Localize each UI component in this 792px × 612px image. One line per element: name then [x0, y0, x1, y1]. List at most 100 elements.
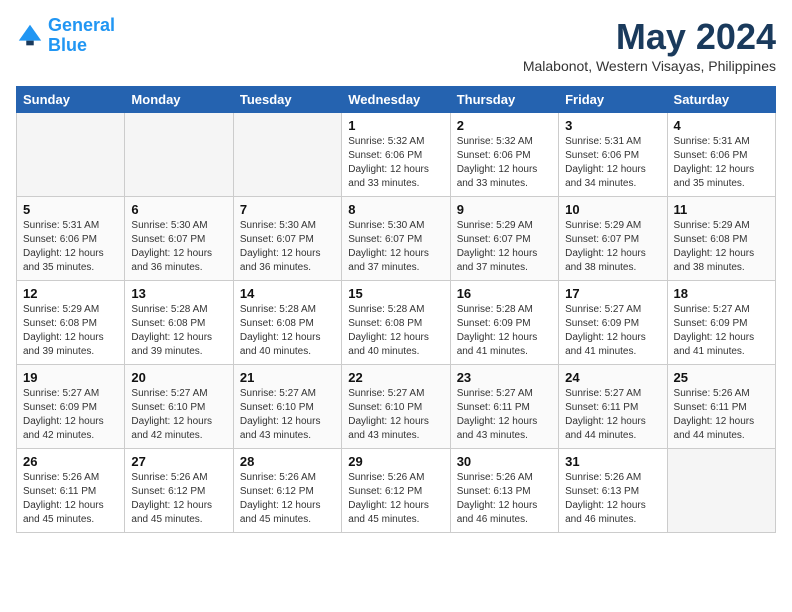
- weekday-header-monday: Monday: [125, 87, 233, 113]
- day-info: Sunrise: 5:29 AM Sunset: 6:08 PM Dayligh…: [23, 303, 118, 359]
- day-info: Sunrise: 5:26 AM Sunset: 6:12 PM Dayligh…: [348, 471, 443, 527]
- day-info: Sunrise: 5:27 AM Sunset: 6:10 PM Dayligh…: [240, 387, 335, 443]
- day-cell: 12 Sunrise: 5:29 AM Sunset: 6:08 PM Dayli…: [17, 281, 125, 365]
- week-row-4: 19Sunrise: 5:27 AM Sunset: 6:09 PM Dayli…: [17, 365, 776, 449]
- day-number: 6: [131, 202, 226, 217]
- logo: General Blue: [16, 16, 115, 56]
- location: Malabonot, Western Visayas, Philippines: [523, 58, 776, 74]
- day-info: Sunrise: 5:29 AM Sunset: 6:07 PM Dayligh…: [457, 219, 552, 275]
- day-info: Sunrise: 5:30 AM Sunset: 6:07 PM Dayligh…: [131, 219, 226, 275]
- day-cell: 19Sunrise: 5:27 AM Sunset: 6:09 PM Dayli…: [17, 365, 125, 449]
- day-number: 29: [348, 454, 443, 469]
- day-cell: 14 Sunrise: 5:28 AM Sunset: 6:08 PM Dayli…: [233, 281, 341, 365]
- day-number: 18: [674, 286, 769, 301]
- day-info: Sunrise: 5:26 AM Sunset: 6:12 PM Dayligh…: [240, 471, 335, 527]
- day-cell: [233, 113, 341, 197]
- day-number: 17: [565, 286, 660, 301]
- day-cell: 22 Sunrise: 5:27 AM Sunset: 6:10 PM Dayli…: [342, 365, 450, 449]
- day-cell: 16Sunrise: 5:28 AM Sunset: 6:09 PM Dayli…: [450, 281, 558, 365]
- day-number: 15: [348, 286, 443, 301]
- day-info: Sunrise: 5:28 AM Sunset: 6:08 PM Dayligh…: [348, 303, 443, 359]
- day-number: 23: [457, 370, 552, 385]
- day-number: 25: [674, 370, 769, 385]
- page-header: General Blue May 2024 Malabonot, Western…: [16, 16, 776, 74]
- day-info: Sunrise: 5:27 AM Sunset: 6:10 PM Dayligh…: [348, 387, 443, 443]
- day-cell: 25 Sunrise: 5:26 AM Sunset: 6:11 PM Dayli…: [667, 365, 775, 449]
- day-info: Sunrise: 5:27 AM Sunset: 6:09 PM Dayligh…: [674, 303, 769, 359]
- day-cell: 13 Sunrise: 5:28 AM Sunset: 6:08 PM Dayli…: [125, 281, 233, 365]
- week-row-1: 1 Sunrise: 5:32 AM Sunset: 6:06 PM Daylig…: [17, 113, 776, 197]
- day-info: Sunrise: 5:27 AM Sunset: 6:11 PM Dayligh…: [457, 387, 552, 443]
- day-cell: 31Sunrise: 5:26 AM Sunset: 6:13 PM Dayli…: [559, 449, 667, 533]
- title-block: May 2024 Malabonot, Western Visayas, Phi…: [523, 16, 776, 74]
- day-cell: 7 Sunrise: 5:30 AM Sunset: 6:07 PM Daylig…: [233, 197, 341, 281]
- day-cell: 10Sunrise: 5:29 AM Sunset: 6:07 PM Dayli…: [559, 197, 667, 281]
- day-number: 14: [240, 286, 335, 301]
- day-info: Sunrise: 5:26 AM Sunset: 6:12 PM Dayligh…: [131, 471, 226, 527]
- day-cell: 30Sunrise: 5:26 AM Sunset: 6:13 PM Dayli…: [450, 449, 558, 533]
- day-number: 22: [348, 370, 443, 385]
- day-cell: 1 Sunrise: 5:32 AM Sunset: 6:06 PM Daylig…: [342, 113, 450, 197]
- day-number: 31: [565, 454, 660, 469]
- day-number: 27: [131, 454, 226, 469]
- day-number: 1: [348, 118, 443, 133]
- day-cell: 3 Sunrise: 5:31 AM Sunset: 6:06 PM Daylig…: [559, 113, 667, 197]
- day-number: 10: [565, 202, 660, 217]
- day-cell: 18 Sunrise: 5:27 AM Sunset: 6:09 PM Dayli…: [667, 281, 775, 365]
- day-cell: [125, 113, 233, 197]
- day-info: Sunrise: 5:30 AM Sunset: 6:07 PM Dayligh…: [348, 219, 443, 275]
- day-number: 28: [240, 454, 335, 469]
- day-cell: 4 Sunrise: 5:31 AM Sunset: 6:06 PM Daylig…: [667, 113, 775, 197]
- day-info: Sunrise: 5:27 AM Sunset: 6:09 PM Dayligh…: [565, 303, 660, 359]
- day-number: 3: [565, 118, 660, 133]
- weekday-header-friday: Friday: [559, 87, 667, 113]
- day-info: Sunrise: 5:31 AM Sunset: 6:06 PM Dayligh…: [674, 135, 769, 191]
- day-cell: 21Sunrise: 5:27 AM Sunset: 6:10 PM Dayli…: [233, 365, 341, 449]
- weekday-header-row: SundayMondayTuesdayWednesdayThursdayFrid…: [17, 87, 776, 113]
- day-info: Sunrise: 5:30 AM Sunset: 6:07 PM Dayligh…: [240, 219, 335, 275]
- day-info: Sunrise: 5:26 AM Sunset: 6:11 PM Dayligh…: [674, 387, 769, 443]
- day-info: Sunrise: 5:28 AM Sunset: 6:09 PM Dayligh…: [457, 303, 552, 359]
- day-number: 4: [674, 118, 769, 133]
- day-number: 2: [457, 118, 552, 133]
- day-cell: 23 Sunrise: 5:27 AM Sunset: 6:11 PM Dayli…: [450, 365, 558, 449]
- day-info: Sunrise: 5:27 AM Sunset: 6:11 PM Dayligh…: [565, 387, 660, 443]
- day-cell: [17, 113, 125, 197]
- day-cell: 5 Sunrise: 5:31 AM Sunset: 6:06 PM Daylig…: [17, 197, 125, 281]
- day-number: 20: [131, 370, 226, 385]
- week-row-2: 5 Sunrise: 5:31 AM Sunset: 6:06 PM Daylig…: [17, 197, 776, 281]
- logo-icon: [16, 22, 44, 50]
- day-cell: 2Sunrise: 5:32 AM Sunset: 6:06 PM Daylig…: [450, 113, 558, 197]
- day-cell: 9 Sunrise: 5:29 AM Sunset: 6:07 PM Daylig…: [450, 197, 558, 281]
- day-info: Sunrise: 5:29 AM Sunset: 6:08 PM Dayligh…: [674, 219, 769, 275]
- day-info: Sunrise: 5:26 AM Sunset: 6:11 PM Dayligh…: [23, 471, 118, 527]
- day-cell: 26Sunrise: 5:26 AM Sunset: 6:11 PM Dayli…: [17, 449, 125, 533]
- day-number: 11: [674, 202, 769, 217]
- day-cell: 15 Sunrise: 5:28 AM Sunset: 6:08 PM Dayli…: [342, 281, 450, 365]
- day-info: Sunrise: 5:28 AM Sunset: 6:08 PM Dayligh…: [240, 303, 335, 359]
- calendar-table: SundayMondayTuesdayWednesdayThursdayFrid…: [16, 86, 776, 533]
- day-number: 12: [23, 286, 118, 301]
- day-info: Sunrise: 5:31 AM Sunset: 6:06 PM Dayligh…: [23, 219, 118, 275]
- month-title: May 2024: [523, 16, 776, 58]
- day-cell: [667, 449, 775, 533]
- day-number: 7: [240, 202, 335, 217]
- week-row-5: 26Sunrise: 5:26 AM Sunset: 6:11 PM Dayli…: [17, 449, 776, 533]
- day-cell: 20Sunrise: 5:27 AM Sunset: 6:10 PM Dayli…: [125, 365, 233, 449]
- day-cell: 17 Sunrise: 5:27 AM Sunset: 6:09 PM Dayli…: [559, 281, 667, 365]
- day-number: 9: [457, 202, 552, 217]
- day-info: Sunrise: 5:31 AM Sunset: 6:06 PM Dayligh…: [565, 135, 660, 191]
- day-number: 13: [131, 286, 226, 301]
- day-number: 5: [23, 202, 118, 217]
- day-cell: 6 Sunrise: 5:30 AM Sunset: 6:07 PM Daylig…: [125, 197, 233, 281]
- day-info: Sunrise: 5:28 AM Sunset: 6:08 PM Dayligh…: [131, 303, 226, 359]
- day-cell: 27 Sunrise: 5:26 AM Sunset: 6:12 PM Dayli…: [125, 449, 233, 533]
- day-number: 8: [348, 202, 443, 217]
- day-number: 30: [457, 454, 552, 469]
- day-cell: 29 Sunrise: 5:26 AM Sunset: 6:12 PM Dayli…: [342, 449, 450, 533]
- day-info: Sunrise: 5:32 AM Sunset: 6:06 PM Dayligh…: [348, 135, 443, 191]
- weekday-header-saturday: Saturday: [667, 87, 775, 113]
- day-cell: 11 Sunrise: 5:29 AM Sunset: 6:08 PM Dayli…: [667, 197, 775, 281]
- weekday-header-wednesday: Wednesday: [342, 87, 450, 113]
- week-row-3: 12 Sunrise: 5:29 AM Sunset: 6:08 PM Dayli…: [17, 281, 776, 365]
